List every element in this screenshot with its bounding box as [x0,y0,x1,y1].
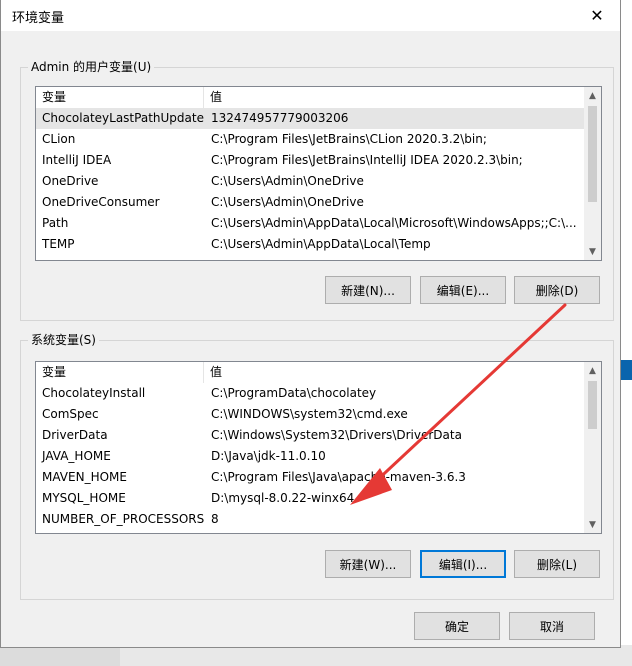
table-row[interactable]: CLion C:\Program Files\JetBrains\CLion 20… [36,129,585,150]
table-row[interactable]: TEMP C:\Users\Admin\AppData\Local\Temp [36,234,585,255]
user-variables-rows: ChocolateyLastPathUpdate 1324749577790032… [36,108,585,255]
variable-name: ComSpec [42,407,99,421]
system-edit-button[interactable]: 编辑(I)... [420,550,506,578]
table-row[interactable]: IntelliJ IDEA C:\Program Files\JetBrains\… [36,150,585,171]
column-header-variable[interactable]: 变量 [36,362,204,383]
list-header: 变量 值 [36,362,585,383]
variable-name: IntelliJ IDEA [42,153,112,167]
variable-value: C:\Program Files\Java\apache-maven-3.6.3 [211,470,466,484]
vertical-scrollbar[interactable]: ▲ ▼ [584,362,601,533]
system-variables-rows: ChocolateyInstall C:\ProgramData\chocolat… [36,383,585,530]
variable-name: TEMP [42,237,75,251]
system-delete-button[interactable]: 删除(L) [514,550,600,578]
table-row[interactable]: NUMBER_OF_PROCESSORS 8 [36,509,585,530]
user-delete-button[interactable]: 删除(D) [514,276,600,304]
variable-name: MAVEN_HOME [42,470,127,484]
chevron-down-icon[interactable]: ▼ [584,516,601,533]
variable-value: C:\Users\Admin\AppData\Local\Temp [211,237,431,251]
chevron-up-icon[interactable]: ▲ [584,362,601,379]
background-highlight [620,360,632,380]
table-row[interactable]: MAVEN_HOME C:\Program Files\Java\apache-m… [36,467,585,488]
table-row[interactable]: OneDrive C:\Users\Admin\OneDrive [36,171,585,192]
column-header-value[interactable]: 值 [204,87,585,108]
variable-name: NUMBER_OF_PROCESSORS [42,512,204,526]
variable-value: C:\WINDOWS\system32\cmd.exe [211,407,408,421]
scrollbar-thumb[interactable] [588,381,597,429]
column-header-value[interactable]: 值 [204,362,585,383]
environment-variables-dialog: 环境变量 ✕ Admin 的用户变量(U) 变量 值 ChocolateyLas… [0,0,621,648]
variable-name: MYSQL_HOME [42,491,126,505]
table-row[interactable]: Path C:\Users\Admin\AppData\Local\Microso… [36,213,585,234]
table-row[interactable]: JAVA_HOME D:\Java\jdk-11.0.10 [36,446,585,467]
system-variables-label: 系统变量(S) [28,332,99,348]
system-new-button[interactable]: 新建(W)... [325,550,411,578]
user-variables-group: Admin 的用户变量(U) 变量 值 ChocolateyLastPathUp… [20,59,614,321]
variable-name: ChocolateyLastPathUpdate [42,111,204,125]
variable-value: C:\Program Files\JetBrains\CLion 2020.3.… [211,132,487,146]
variable-value: 132474957779003206 [211,111,349,125]
variable-value: C:\Users\Admin\AppData\Local\Microsoft\W… [211,216,577,230]
table-row[interactable]: DriverData C:\Windows\System32\Drivers\Dr… [36,425,585,446]
scrollbar-thumb[interactable] [588,106,597,202]
list-header: 变量 值 [36,87,585,108]
close-icon: ✕ [590,6,604,25]
vertical-scrollbar[interactable]: ▲ ▼ [584,87,601,260]
ok-button[interactable]: 确定 [414,612,500,640]
variable-name: ChocolateyInstall [42,386,146,400]
variable-value: C:\Users\Admin\OneDrive [211,174,364,188]
background-window-strip [620,0,632,666]
dialog-title: 环境变量 [12,11,65,26]
user-variables-list[interactable]: 变量 值 ChocolateyLastPathUpdate 13247495777… [35,86,602,261]
column-header-variable[interactable]: 变量 [36,87,204,108]
user-variables-label: Admin 的用户变量(U) [28,59,155,75]
table-row[interactable]: ChocolateyLastPathUpdate 1324749577790032… [36,108,585,129]
variable-value: C:\Windows\System32\Drivers\DriverData [211,428,462,442]
variable-value: C:\Users\Admin\OneDrive [211,195,364,209]
title-bar: 环境变量 ✕ [1,0,620,31]
variable-name: OneDriveConsumer [42,195,160,209]
system-variables-group: 系统变量(S) 变量 值 ChocolateyInstall C:\Program… [20,332,614,600]
variable-value: D:\mysql-8.0.22-winx64 [211,491,355,505]
variable-value: D:\Java\jdk-11.0.10 [211,449,326,463]
table-row[interactable]: MYSQL_HOME D:\mysql-8.0.22-winx64 [36,488,585,509]
user-new-button[interactable]: 新建(N)... [325,276,411,304]
close-button[interactable]: ✕ [574,0,620,31]
table-row[interactable]: OneDriveConsumer C:\Users\Admin\OneDrive [36,192,585,213]
background-taskbar [0,645,632,666]
user-edit-button[interactable]: 编辑(E)... [420,276,506,304]
variable-name: OneDrive [42,174,99,188]
variable-name: Path [42,216,69,230]
chevron-down-icon[interactable]: ▼ [584,243,601,260]
background-panel [0,645,120,666]
variable-name: CLion [42,132,76,146]
system-variables-list[interactable]: 变量 值 ChocolateyInstall C:\ProgramData\cho… [35,361,602,534]
chevron-up-icon[interactable]: ▲ [584,87,601,104]
variable-name: DriverData [42,428,108,442]
table-row[interactable]: ComSpec C:\WINDOWS\system32\cmd.exe [36,404,585,425]
variable-value: C:\Program Files\JetBrains\IntelliJ IDEA… [211,153,523,167]
variable-name: JAVA_HOME [42,449,111,463]
table-row[interactable]: ChocolateyInstall C:\ProgramData\chocolat… [36,383,585,404]
cancel-button[interactable]: 取消 [509,612,595,640]
variable-value: 8 [211,512,219,526]
variable-value: C:\ProgramData\chocolatey [211,386,377,400]
